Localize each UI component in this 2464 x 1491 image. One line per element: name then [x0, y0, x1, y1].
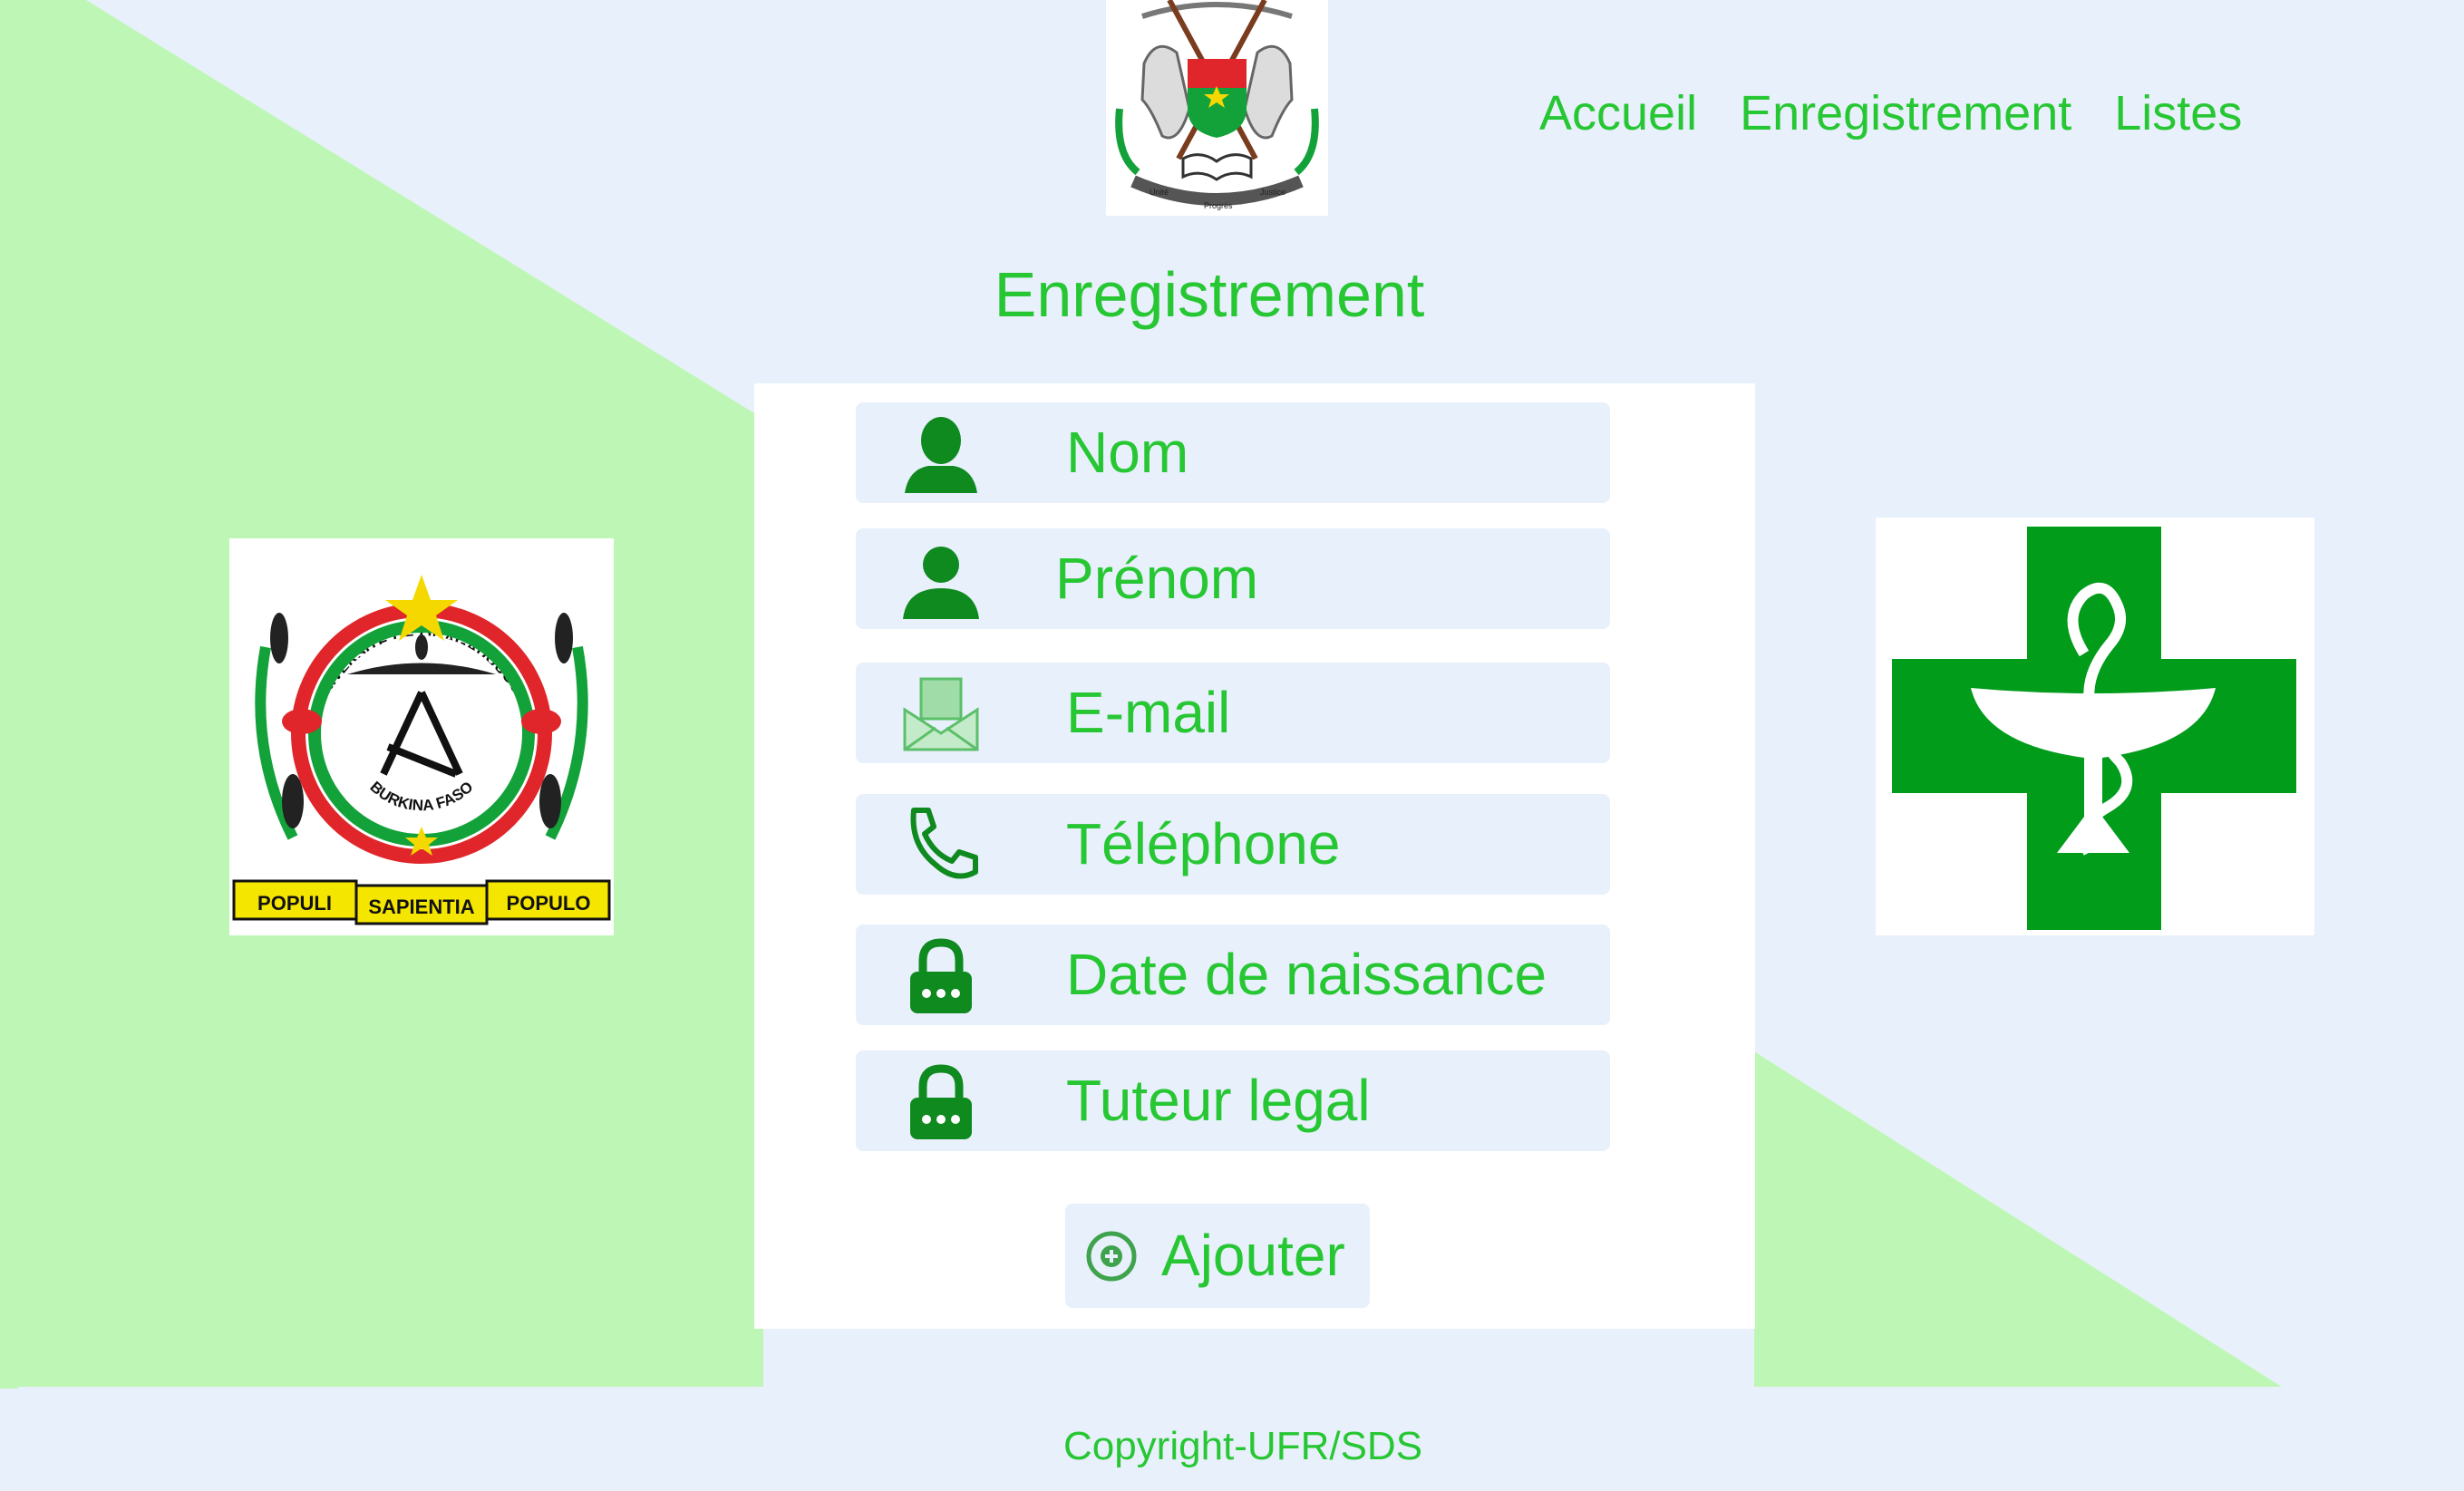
nav-link-listes[interactable]: Listes: [2114, 83, 2242, 143]
ajouter-button[interactable]: Ajouter: [1065, 1204, 1370, 1308]
nom-field[interactable]: Nom: [856, 402, 1610, 503]
ribbon-text-sapientia: SAPIENTIA: [368, 896, 474, 918]
ribbon-text-populi: POPULI: [257, 892, 332, 915]
copyright-text: Copyright-UFR/SDS: [1062, 1424, 1423, 1468]
nav-link-accueil[interactable]: Accueil: [1539, 83, 1697, 143]
nav-link-enregistrement[interactable]: Enregistrement: [1740, 83, 2071, 143]
motto-justice: Justice: [1260, 188, 1285, 197]
plus-circle-icon: [1085, 1230, 1138, 1283]
motto-progres: Progrès: [1204, 201, 1233, 210]
tuteur-legal-field[interactable]: Tuteur legal: [856, 1050, 1610, 1151]
main-nav: Accueil Enregistrement Listes: [1539, 83, 2242, 143]
tuteur-legal-label: Tuteur legal: [1066, 1068, 1371, 1133]
telephone-label: Téléphone: [1066, 811, 1341, 876]
email-label: E-mail: [1066, 680, 1231, 745]
pharmacy-cross-logo: [1876, 518, 2314, 935]
motto-unite: Unité: [1150, 188, 1169, 197]
coat-of-arms-logo: Unité Progrès Justice: [1106, 0, 1328, 216]
date-naissance-field[interactable]: Date de naissance: [856, 925, 1610, 1025]
telephone-field[interactable]: Téléphone: [856, 794, 1610, 895]
envelope-icon: [901, 673, 981, 753]
person-icon: [901, 539, 981, 619]
email-field[interactable]: E-mail: [856, 663, 1610, 763]
ajouter-label: Ajouter: [1161, 1223, 1345, 1288]
nom-label: Nom: [1066, 420, 1189, 485]
university-seal-logo: UNIVERSITE DE OUAGADOUGOU BURKINA FASO P…: [229, 538, 614, 935]
prenom-label: Prénom: [1055, 546, 1259, 611]
date-naissance-label: Date de naissance: [1066, 942, 1547, 1007]
footer: Copyright-UFR/SDS: [18, 1387, 2464, 1491]
lock-icon: [901, 1061, 981, 1141]
lock-icon: [901, 935, 981, 1015]
phone-icon: [901, 805, 981, 885]
page-title: Enregistrement: [994, 259, 1425, 330]
prenom-field[interactable]: Prénom: [856, 528, 1610, 629]
user-icon: [901, 413, 981, 493]
ribbon-text-populo: POPULO: [507, 892, 591, 915]
registration-form: Nom Prénom E-mail Téléphone Date de nais…: [754, 383, 1755, 1329]
